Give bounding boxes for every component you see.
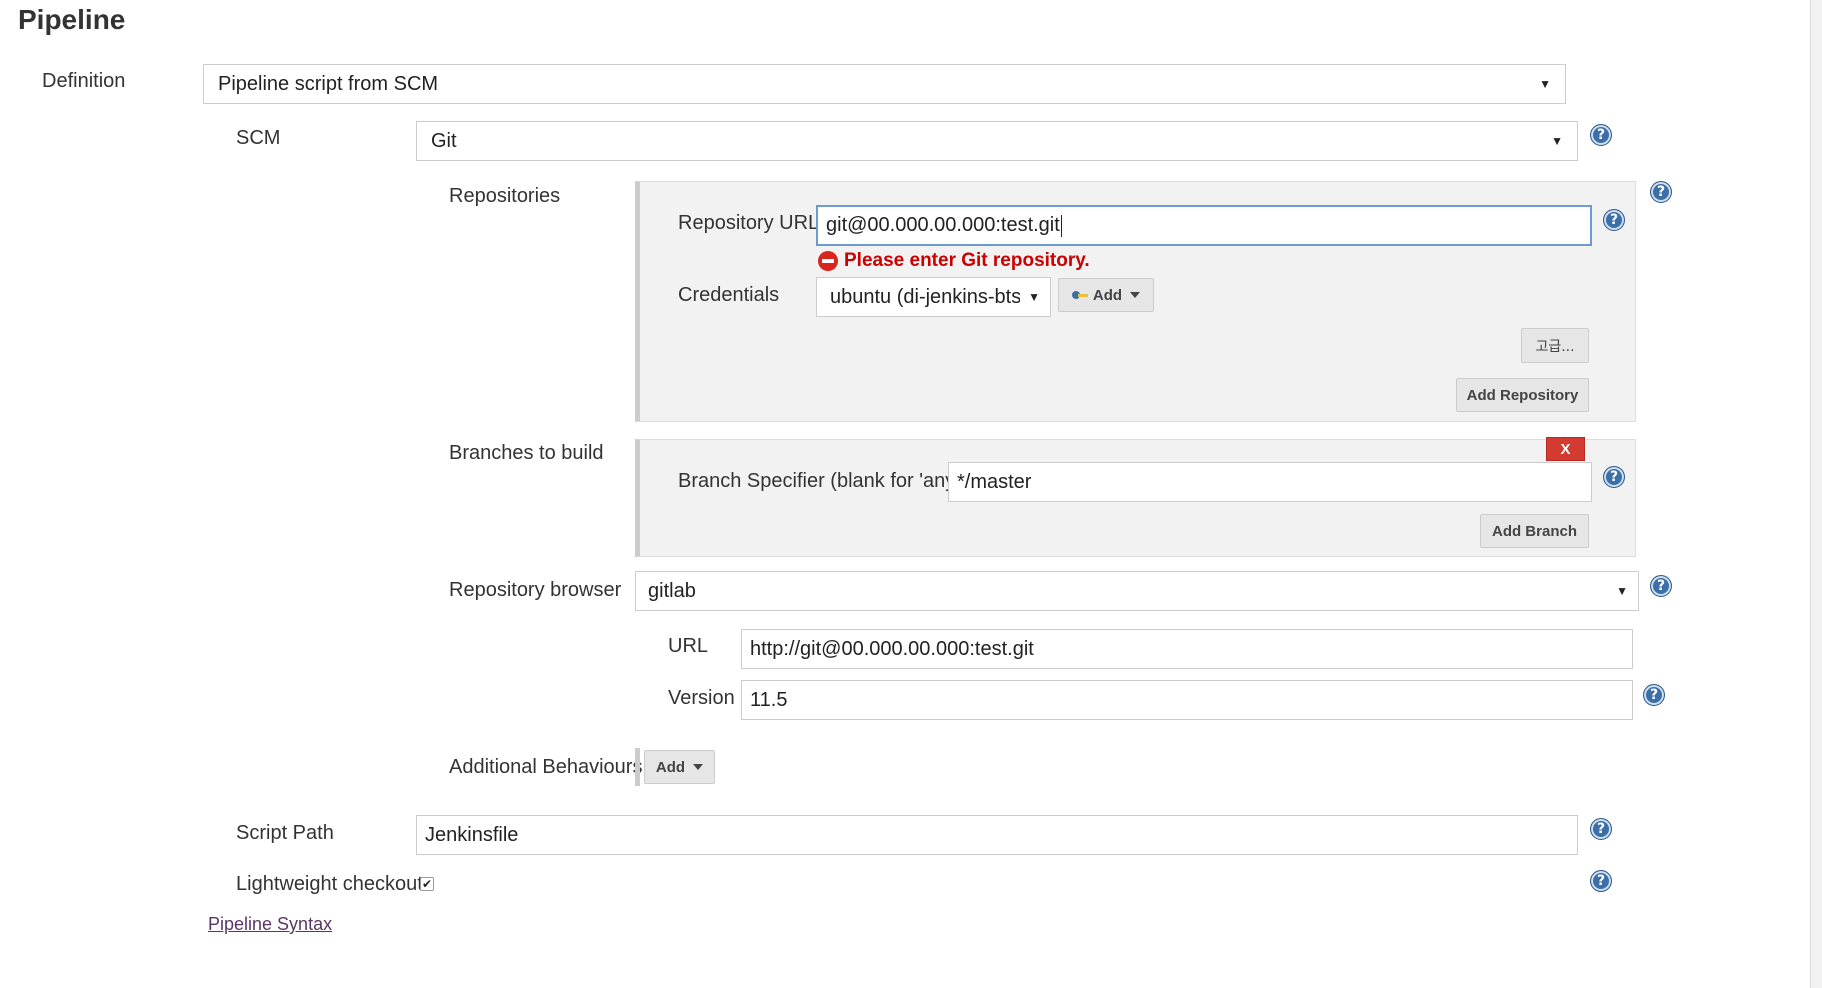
caret-down-icon — [693, 764, 704, 770]
help-icon[interactable]: ? — [1650, 181, 1672, 203]
branches-label: Branches to build — [449, 442, 604, 464]
pipeline-syntax-link[interactable]: Pipeline Syntax — [208, 914, 332, 935]
scm-label: SCM — [236, 127, 281, 149]
definition-label: Definition — [42, 70, 126, 92]
repository-url-input[interactable]: git@00.000.00.000:test.git — [816, 205, 1592, 246]
version-value: 11.5 — [750, 688, 788, 711]
branch-specifier-input[interactable]: */master — [948, 462, 1592, 502]
delete-branch-button[interactable]: X — [1546, 437, 1585, 461]
repository-browser-value: gitlab — [648, 579, 696, 602]
repository-browser-select[interactable]: gitlab ▼ — [635, 571, 1639, 611]
add-branch-button[interactable]: Add Branch — [1480, 514, 1589, 548]
version-input[interactable]: 11.5 — [741, 680, 1633, 720]
scm-value: Git — [431, 129, 457, 152]
definition-select[interactable]: Pipeline script from SCM ▼ — [203, 64, 1566, 104]
text-caret — [1060, 214, 1062, 237]
add-credentials-label: Add — [1092, 286, 1123, 304]
add-repository-button[interactable]: Add Repository — [1456, 378, 1589, 412]
script-path-input[interactable]: Jenkinsfile — [416, 815, 1578, 855]
advanced-button[interactable]: 고급... — [1521, 328, 1589, 363]
chevron-down-icon: ▼ — [1028, 290, 1040, 304]
credentials-value: ubuntu (di-jenkins-btsw) — [830, 285, 1021, 308]
repository-url-error-text: Please enter Git repository. — [844, 250, 1090, 271]
version-label: Version — [668, 687, 735, 709]
browser-url-value: http://git@00.000.00.000:test.git — [750, 637, 1034, 660]
branch-specifier-label: Branch Specifier (blank for 'any') — [678, 470, 966, 492]
browser-url-label: URL — [668, 635, 709, 657]
repository-browser-label: Repository browser — [449, 579, 622, 601]
lightweight-checkout-checkbox[interactable]: ✔ — [420, 877, 434, 891]
help-icon[interactable]: ? — [1590, 870, 1612, 892]
pipeline-config-page: Pipeline Definition Pipeline script from… — [0, 0, 1811, 988]
repository-url-value: git@00.000.00.000:test.git — [826, 214, 1060, 236]
additional-behaviours-bar — [635, 748, 640, 786]
add-behaviour-label: Add — [655, 758, 686, 776]
help-icon[interactable]: ? — [1643, 684, 1665, 706]
error-icon — [818, 251, 838, 271]
script-path-value: Jenkinsfile — [425, 823, 519, 846]
additional-behaviours-label: Additional Behaviours — [449, 756, 643, 778]
chevron-down-icon: ▼ — [1539, 77, 1551, 91]
repository-url-error: Please enter Git repository. — [818, 250, 1090, 272]
credentials-label: Credentials — [678, 284, 780, 306]
key-icon — [1071, 291, 1088, 299]
repository-url-label: Repository URL — [678, 212, 820, 234]
help-icon[interactable]: ? — [1603, 466, 1625, 488]
help-icon[interactable]: ? — [1650, 575, 1672, 597]
help-icon[interactable]: ? — [1590, 124, 1612, 146]
add-behaviour-button[interactable]: Add — [644, 750, 715, 784]
help-icon[interactable]: ? — [1603, 209, 1625, 231]
repositories-label: Repositories — [449, 185, 561, 207]
help-icon[interactable]: ? — [1590, 818, 1612, 840]
caret-down-icon — [1130, 292, 1141, 298]
section-title: Pipeline — [18, 4, 126, 35]
chevron-down-icon: ▼ — [1551, 134, 1563, 148]
scm-select[interactable]: Git ▼ — [416, 121, 1578, 161]
browser-url-input[interactable]: http://git@00.000.00.000:test.git — [741, 629, 1633, 669]
chevron-down-icon: ▼ — [1616, 584, 1628, 598]
script-path-label: Script Path — [236, 822, 334, 844]
branch-specifier-value: */master — [957, 470, 1032, 493]
definition-value: Pipeline script from SCM — [218, 72, 439, 95]
credentials-select[interactable]: ubuntu (di-jenkins-btsw) ▼ — [816, 277, 1051, 317]
lightweight-checkout-label: Lightweight checkout — [236, 873, 423, 895]
add-credentials-button[interactable]: Add — [1058, 278, 1154, 312]
